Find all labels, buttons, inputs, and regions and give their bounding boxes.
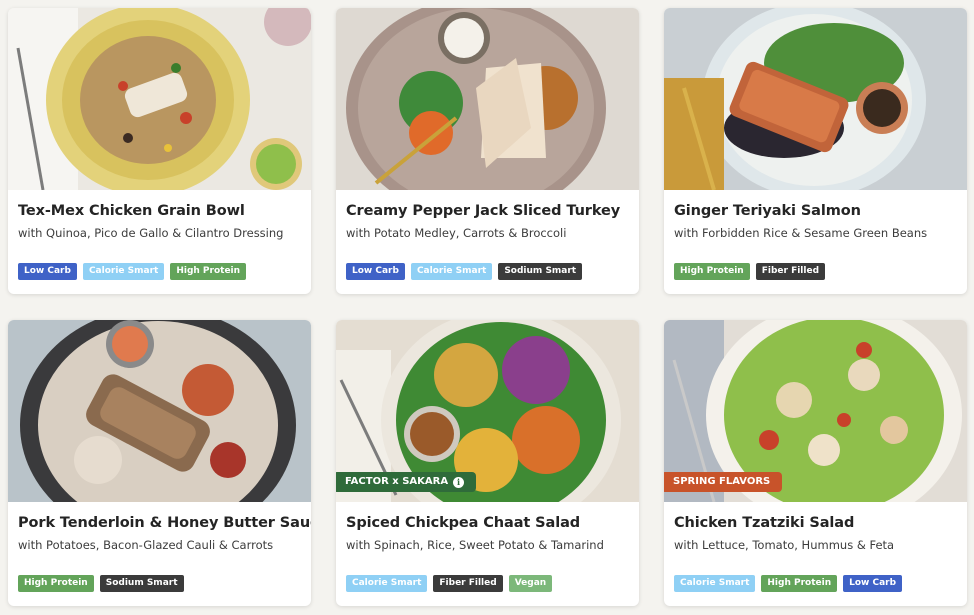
tag-calorie-smart: Calorie Smart xyxy=(82,263,165,280)
meal-photo xyxy=(8,8,311,190)
meal-tags: High Protein Sodium Smart xyxy=(18,575,184,592)
meal-tags: High Protein Fiber Filled xyxy=(674,263,826,280)
meal-subtitle: with Potato Medley, Carrots & Broccoli xyxy=(346,226,567,240)
meal-subtitle: with Lettuce, Tomato, Hummus & Feta xyxy=(674,538,895,552)
promo-label: FACTOR x SAKARA xyxy=(345,476,449,487)
meal-card[interactable]: Tex-Mex Chicken Grain Bowl with Quinoa, … xyxy=(8,8,311,294)
meal-title: Pork Tenderloin & Honey Butter Sauce xyxy=(18,515,311,531)
meal-subtitle: with Potatoes, Bacon-Glazed Cauli & Carr… xyxy=(18,538,274,552)
meal-tags: Low Carb Calorie Smart High Protein xyxy=(18,263,247,280)
tag-vegan: Vegan xyxy=(508,575,553,592)
meal-title: Creamy Pepper Jack Sliced Turkey xyxy=(346,203,621,219)
tag-low-carb: Low Carb xyxy=(18,263,77,280)
meal-photo xyxy=(8,320,311,502)
tag-high-protein: High Protein xyxy=(170,263,247,280)
meal-tags: Low Carb Calorie Smart Sodium Smart xyxy=(346,263,583,280)
meal-card[interactable]: Pork Tenderloin & Honey Butter Sauce wit… xyxy=(8,320,311,606)
tag-low-carb: Low Carb xyxy=(346,263,405,280)
meal-photo: FACTOR x SAKARA i xyxy=(336,320,639,502)
meal-card[interactable]: Creamy Pepper Jack Sliced Turkey with Po… xyxy=(336,8,639,294)
promo-badge[interactable]: FACTOR x SAKARA i xyxy=(336,472,477,492)
meal-title: Ginger Teriyaki Salmon xyxy=(674,203,861,219)
meal-card[interactable]: Ginger Teriyaki Salmon with Forbidden Ri… xyxy=(664,8,967,294)
meal-subtitle: with Quinoa, Pico de Gallo & Cilantro Dr… xyxy=(18,226,284,240)
meal-tags: Calorie Smart High Protein Low Carb xyxy=(674,575,903,592)
tag-high-protein: High Protein xyxy=(18,575,94,592)
tag-fiber-filled: Fiber Filled xyxy=(433,575,503,592)
promo-label: SPRING FLAVORS xyxy=(673,476,771,487)
meal-card[interactable]: FACTOR x SAKARA i Spiced Chickpea Chaat … xyxy=(336,320,639,606)
tag-sodium-smart: Sodium Smart xyxy=(99,575,184,592)
meal-subtitle: with Spinach, Rice, Sweet Potato & Tamar… xyxy=(346,538,604,552)
tag-high-protein: High Protein xyxy=(761,575,838,592)
tag-low-carb: Low Carb xyxy=(843,575,903,592)
tag-high-protein: High Protein xyxy=(674,263,750,280)
meal-photo: SPRING FLAVORS xyxy=(664,320,967,502)
meal-subtitle: with Forbidden Rice & Sesame Green Beans xyxy=(674,226,928,240)
info-icon[interactable]: i xyxy=(453,476,465,488)
meal-card[interactable]: SPRING FLAVORS Chicken Tzatziki Salad wi… xyxy=(664,320,967,606)
meal-title: Spiced Chickpea Chaat Salad xyxy=(346,515,581,531)
meal-photo xyxy=(336,8,639,190)
tag-fiber-filled: Fiber Filled xyxy=(755,263,826,280)
meal-title: Tex-Mex Chicken Grain Bowl xyxy=(18,203,245,219)
meal-tags: Calorie Smart Fiber Filled Vegan xyxy=(346,575,553,592)
meal-title: Chicken Tzatziki Salad xyxy=(674,515,855,531)
tag-calorie-smart: Calorie Smart xyxy=(674,575,756,592)
meal-photo xyxy=(664,8,967,190)
tag-calorie-smart: Calorie Smart xyxy=(346,575,428,592)
tag-calorie-smart: Calorie Smart xyxy=(410,263,493,280)
tag-sodium-smart: Sodium Smart xyxy=(498,263,583,280)
promo-badge[interactable]: SPRING FLAVORS xyxy=(664,472,783,492)
